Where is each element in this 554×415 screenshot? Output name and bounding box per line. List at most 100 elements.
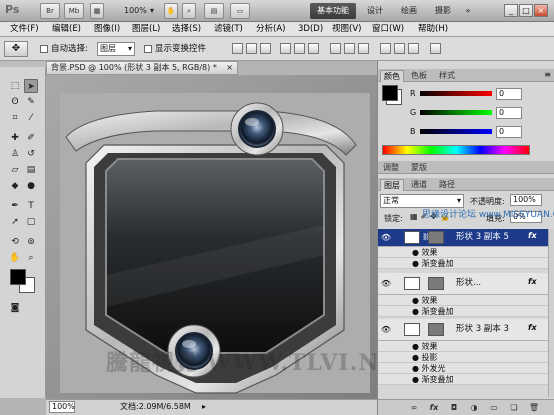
gradient-tool-icon[interactable]: ▤ — [24, 163, 38, 177]
foreground-color-swatch-front[interactable] — [10, 269, 26, 285]
eraser-tool-icon[interactable]: ▱ — [8, 163, 22, 177]
distribute-bottom-icon[interactable] — [358, 43, 369, 54]
hand-tool-icon[interactable]: ✋ — [8, 251, 22, 265]
blend-mode-select[interactable]: 正常 ▾ — [380, 194, 464, 208]
distribute-left-icon[interactable] — [380, 43, 391, 54]
eye-icon[interactable]: ● — [412, 342, 419, 351]
effect-row[interactable]: ● 渐变叠加 — [378, 306, 548, 317]
3d-orbit-tool-icon[interactable]: ⊚ — [24, 235, 38, 249]
layer-row-selected[interactable]: 👁 ⛓ 形状 3 副本 5 fx — [378, 229, 548, 247]
view-extras-icon[interactable]: ▦ — [90, 3, 104, 19]
chevron-down-icon[interactable]: ▾ — [150, 4, 154, 18]
opacity-field[interactable]: 100% — [510, 194, 542, 206]
adjustment-icon[interactable]: ◑ — [468, 402, 480, 414]
eye-icon[interactable]: ● — [412, 296, 419, 305]
layers-scrollbar[interactable] — [548, 229, 554, 397]
auto-select-checkbox[interactable] — [40, 45, 48, 53]
blue-slider[interactable] — [420, 129, 492, 134]
workspace-design[interactable]: 设计 — [362, 3, 388, 19]
fg-color-swatch[interactable] — [382, 85, 398, 101]
close-button[interactable]: × — [534, 4, 548, 17]
layer-effects-row[interactable]: ● 效果 — [378, 341, 548, 352]
workspace-photography[interactable]: 摄影 — [430, 3, 456, 19]
type-tool-icon[interactable]: T — [24, 199, 38, 213]
distribute-vcenter-icon[interactable] — [344, 43, 355, 54]
path-selection-tool-icon[interactable]: ➚ — [8, 215, 22, 229]
blue-value[interactable]: 0 — [496, 126, 522, 138]
more-workspaces-icon[interactable]: » — [462, 3, 474, 19]
eye-icon[interactable]: 👁 — [380, 278, 392, 290]
fx-icon[interactable]: fx — [428, 402, 440, 414]
auto-align-icon[interactable] — [430, 43, 441, 54]
panel-menu-icon[interactable]: ≡ — [544, 70, 551, 79]
tab-swatches[interactable]: 色板 — [408, 70, 430, 82]
quick-mask-icon[interactable]: ◙ — [8, 301, 22, 315]
eye-icon[interactable]: 👁 — [380, 232, 392, 244]
eye-icon[interactable]: ● — [412, 353, 419, 362]
effect-row[interactable]: ● 投影 — [378, 352, 548, 363]
zoom-tool-icon[interactable]: ⌕ — [24, 251, 38, 265]
lasso-tool-icon[interactable]: ʘ — [8, 95, 22, 109]
crop-tool-icon[interactable]: ⌗ — [8, 111, 22, 125]
pen-tool-icon[interactable]: ✒ — [8, 199, 22, 213]
tab-paths[interactable]: 路径 — [436, 179, 458, 191]
menu-image[interactable]: 图像(I) — [94, 23, 120, 36]
healing-brush-tool-icon[interactable]: ✚ — [8, 131, 22, 145]
marquee-tool-icon[interactable]: ⬚ — [8, 79, 22, 93]
fx-icon[interactable]: fx — [528, 277, 537, 286]
clone-stamp-tool-icon[interactable]: ♙ — [8, 147, 22, 161]
zoom-field[interactable]: 100% — [49, 401, 75, 413]
history-brush-tool-icon[interactable]: ↺ — [24, 147, 38, 161]
green-slider[interactable] — [420, 110, 492, 115]
menu-edit[interactable]: 编辑(E) — [52, 23, 81, 36]
minibridge-button[interactable]: Mb — [64, 3, 84, 19]
red-value[interactable]: 0 — [496, 88, 522, 100]
menu-help[interactable]: 帮助(H) — [418, 23, 448, 36]
align-left-icon[interactable] — [280, 43, 291, 54]
document-tab[interactable]: 背景.PSD @ 100% (形状 3 副本 5, RGB/8) * × — [46, 61, 238, 75]
align-vcenter-icon[interactable] — [246, 43, 257, 54]
tool-preset-picker[interactable]: ✥ — [4, 41, 28, 57]
eyedropper-tool-icon[interactable]: ⁄ — [24, 111, 38, 125]
show-transform-checkbox[interactable] — [144, 45, 152, 53]
new-layer-icon[interactable]: ❏ — [508, 402, 520, 414]
fx-icon[interactable]: fx — [528, 323, 537, 332]
align-right-icon[interactable] — [308, 43, 319, 54]
effect-row[interactable]: ● 外发光 — [378, 363, 548, 374]
eye-icon[interactable]: ● — [412, 259, 419, 268]
layer-effects-row[interactable]: ● 效果 — [378, 295, 548, 306]
eye-icon[interactable]: ● — [412, 364, 419, 373]
eye-icon[interactable]: ● — [412, 248, 419, 257]
arrange-documents-icon[interactable]: ▤ — [204, 3, 224, 19]
tab-channels[interactable]: 通道 — [408, 179, 430, 191]
mask-icon[interactable]: ◘ — [448, 402, 460, 414]
eye-icon[interactable]: 👁 — [380, 324, 392, 336]
tab-masks[interactable]: 蒙版 — [408, 162, 430, 174]
layer-row[interactable]: 👁 形状 3 副本 3 fx — [378, 319, 548, 341]
eye-icon[interactable]: ● — [412, 375, 419, 384]
layer-effects-row[interactable]: ● 效果 — [378, 247, 548, 258]
workspace-painting[interactable]: 绘画 — [396, 3, 422, 19]
status-menu-arrow-icon[interactable]: ▸ — [202, 400, 206, 414]
link-icon[interactable]: ∞ — [408, 402, 420, 414]
tab-color[interactable]: 颜色 — [380, 70, 404, 82]
auto-select-dropdown[interactable]: 图层 ▾ — [97, 42, 135, 56]
menu-filter[interactable]: 滤镜(T) — [214, 23, 243, 36]
document-close-icon[interactable]: × — [226, 62, 233, 74]
tab-layers[interactable]: 图层 — [380, 179, 404, 191]
bridge-button[interactable]: Br — [40, 3, 60, 19]
menu-layer[interactable]: 图层(L) — [132, 23, 160, 36]
distribute-hcenter-icon[interactable] — [394, 43, 405, 54]
tab-styles[interactable]: 样式 — [436, 70, 458, 82]
align-bottom-icon[interactable] — [260, 43, 271, 54]
maximize-button[interactable]: □ — [519, 4, 533, 17]
fx-icon[interactable]: fx — [528, 231, 537, 240]
color-spectrum-bar[interactable] — [382, 145, 530, 155]
green-value[interactable]: 0 — [496, 107, 522, 119]
shape-tool-icon[interactable]: ▢ — [24, 215, 38, 229]
effect-row[interactable]: ● 渐变叠加 — [378, 374, 548, 385]
trash-icon[interactable]: 🗑 — [528, 402, 540, 414]
red-slider[interactable] — [420, 91, 492, 96]
menu-file[interactable]: 文件(F) — [10, 23, 39, 36]
menu-analysis[interactable]: 分析(A) — [256, 23, 285, 36]
